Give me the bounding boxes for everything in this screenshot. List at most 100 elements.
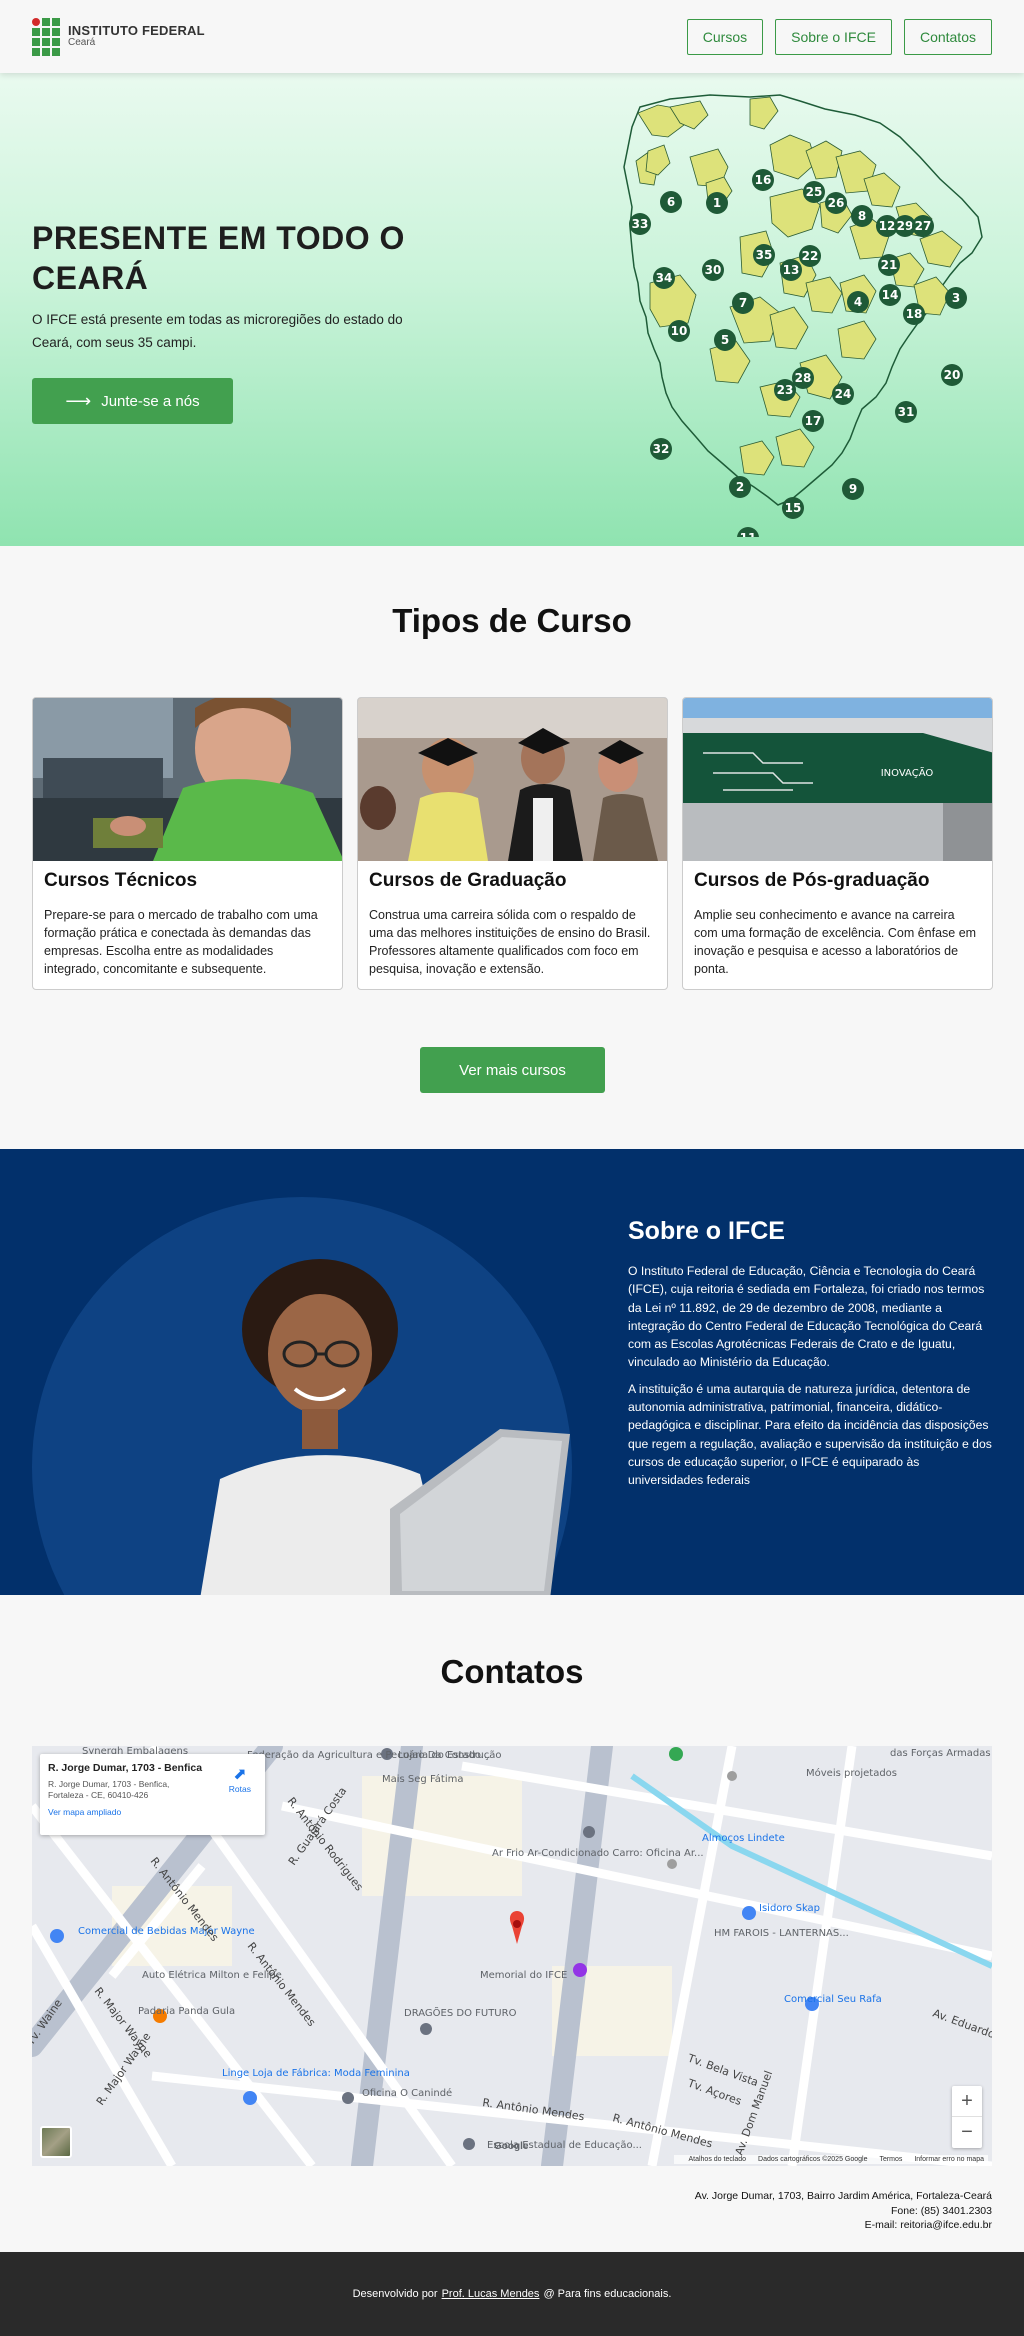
map-attribution: Atalhos do teclado Dados cartográficos ©… <box>674 2155 988 2164</box>
marker-label-9: 9 <box>849 482 857 496</box>
campus-marker-13: 13 <box>780 259 802 281</box>
marker-label-11: 11 <box>740 531 757 537</box>
map-place-label[interactable]: Isidoro Skap <box>759 1903 820 1914</box>
map-place-label[interactable]: Oficina O Canindé <box>362 2087 452 2099</box>
hero-section: PRESENTE EM TODO O CEARÁ O IFCE está pre… <box>0 73 1024 546</box>
card-text-tecnicos: Prepare-se para o mercado de trabalho co… <box>44 908 318 977</box>
marker-label-25: 25 <box>806 185 823 199</box>
email-line: E-mail: reitoria@ifce.edu.br <box>864 2219 992 2232</box>
logo-mark-icon <box>32 17 60 56</box>
campus-marker-23: 23 <box>774 379 796 401</box>
keyboard-shortcuts-link[interactable]: Atalhos do teclado <box>688 2156 746 2163</box>
map-data-credit: Dados cartográficos ©2025 Google <box>758 2156 868 2163</box>
about-title: Sobre o IFCE <box>628 1217 785 1245</box>
course-card-tecnicos[interactable]: Cursos Técnicos Prepare-se para o mercad… <box>32 697 343 990</box>
campus-marker-2: 2 <box>729 476 751 498</box>
marker-label-4: 4 <box>854 295 862 309</box>
campus-marker-28: 28 <box>792 367 814 389</box>
zoom-out-button[interactable]: − <box>952 2117 982 2148</box>
about-section: Sobre o IFCE O Instituto Federal de Educ… <box>0 1149 1024 1595</box>
nav-cursos[interactable]: Cursos <box>686 18 764 55</box>
map-place-label[interactable]: HM FAROIS - LANTERNAS... <box>714 1928 849 1939</box>
google-logo: Google <box>494 2141 529 2152</box>
campus-marker-11: 11 <box>737 527 759 537</box>
map-place-label[interactable]: Ar Frio Ar-Condicionado Carro: Oficina A… <box>492 1848 704 1859</box>
tecnicos-photo <box>33 698 342 861</box>
marker-label-18: 18 <box>906 307 923 321</box>
map-place-label[interactable]: Comercial Seu Rafa <box>784 1994 882 2005</box>
campus-marker-16: 16 <box>752 169 774 191</box>
map-place-label[interactable]: Linge Loja de Fábrica: Moda Feminina <box>222 2067 410 2079</box>
course-card-posgraduacao[interactable]: INOVAÇÃO Cursos de Pós-graduação Amplie … <box>682 697 993 990</box>
card-title-graduacao: Cursos de Graduação <box>369 870 567 891</box>
google-map-embed[interactable]: Comercial de Bebidas Major Wayne Isidoro… <box>32 1746 992 2166</box>
campus-marker-9: 9 <box>842 478 864 500</box>
map-place-label[interactable]: Lojao Da Construção <box>398 1750 502 1761</box>
campus-marker-20: 20 <box>941 364 963 386</box>
contact-title: Contatos <box>440 1653 584 1690</box>
main-nav: Cursos Sobre o IFCE Contatos <box>686 18 992 55</box>
card-text-posgraduacao: Amplie seu conhecimento e avance na carr… <box>694 908 977 977</box>
marker-label-10: 10 <box>671 324 688 338</box>
author-link[interactable]: Prof. Lucas Mendes <box>442 2288 540 2300</box>
campus-marker-32: 32 <box>650 438 672 460</box>
campus-marker-22: 22 <box>799 245 821 267</box>
map-place-label[interactable]: Móveis projetados <box>806 1767 897 1779</box>
directions-icon: ⬈ <box>233 1766 247 1783</box>
campus-marker-34: 34 <box>653 267 675 289</box>
nav-sobre[interactable]: Sobre o IFCE <box>775 18 892 55</box>
map-place-label[interactable]: Comercial de Bebidas Major Wayne <box>78 1926 255 1937</box>
map-place-label[interactable]: Auto Elétrica Milton e Felipe <box>142 1969 282 1981</box>
posgraduacao-photo: INOVAÇÃO <box>683 698 992 861</box>
map-place-label[interactable]: Padaria Panda Gula <box>138 2006 235 2017</box>
report-error-link[interactable]: Informar erro no mapa <box>914 2156 984 2163</box>
map-place-label[interactable]: DRAGÕES DO FUTURO <box>404 2006 517 2019</box>
ifce-logo[interactable]: INSTITUTO FEDERAL Ceará <box>32 17 205 56</box>
campus-marker-21: 21 <box>878 254 900 276</box>
satellite-toggle[interactable] <box>40 2126 72 2158</box>
campus-marker-14: 14 <box>879 284 901 306</box>
campus-marker-17: 17 <box>802 410 824 432</box>
terms-link[interactable]: Termos <box>879 2156 902 2163</box>
student-laptop-illustration <box>200 1259 570 1595</box>
card-title-posgraduacao: Cursos de Pós-graduação <box>694 870 930 891</box>
map-place-label[interactable]: das Forças Armadas <box>890 1748 991 1759</box>
campus-marker-8: 8 <box>851 205 873 227</box>
nav-contatos[interactable]: Contatos <box>903 18 992 55</box>
site-header: INSTITUTO FEDERAL Ceará Cursos Sobre o I… <box>0 0 1024 73</box>
graduacao-photo <box>358 698 667 861</box>
marker-label-20: 20 <box>944 368 961 382</box>
course-card-graduacao[interactable]: Cursos de Graduação Construa uma carreir… <box>357 697 668 990</box>
map-place-label[interactable]: Memorial do IFCE <box>480 1970 567 1981</box>
marker-label-24: 24 <box>835 387 852 401</box>
marker-label-15: 15 <box>785 501 802 515</box>
marker-label-12: 12 <box>879 219 896 233</box>
marker-label-16: 16 <box>755 173 772 187</box>
view-larger-map-link[interactable]: Ver mapa ampliado <box>48 1807 257 1817</box>
marker-label-33: 33 <box>632 217 649 231</box>
campus-marker-33: 33 <box>629 213 651 235</box>
campus-marker-30: 30 <box>702 259 724 281</box>
map-place-card: R. Jorge Dumar, 1703 - Benfica R. Jorge … <box>40 1754 265 1835</box>
more-courses-button[interactable]: Ver mais cursos <box>420 1047 605 1093</box>
marker-label-35: 35 <box>756 248 773 262</box>
marker-label-3: 3 <box>952 291 960 305</box>
campus-marker-15: 15 <box>782 497 804 519</box>
map-place-label[interactable]: Almoços Lindete <box>702 1833 785 1844</box>
campus-marker-31: 31 <box>895 401 917 423</box>
campus-marker-7: 7 <box>732 292 754 314</box>
campus-marker-5: 5 <box>714 329 736 351</box>
directions-button[interactable]: ⬈ Rotas <box>229 1766 251 1794</box>
marker-label-13: 13 <box>783 263 800 277</box>
marker-label-8: 8 <box>858 209 866 223</box>
map-card-address: R. Jorge Dumar, 1703 - Benfica, Fortalez… <box>48 1779 170 1800</box>
join-button[interactable]: ⟶ Junte-se a nós <box>32 378 233 424</box>
map-card-title: R. Jorge Dumar, 1703 - Benfica <box>48 1762 203 1774</box>
hero-title: PRESENTE EM TODO O CEARÁ <box>32 220 405 296</box>
zoom-in-button[interactable]: + <box>952 2086 982 2117</box>
marker-label-6: 6 <box>667 195 675 209</box>
map-place-label[interactable]: Mais Seg Fátima <box>382 1773 463 1785</box>
marker-label-32: 32 <box>653 442 670 456</box>
campus-marker-35: 35 <box>753 244 775 266</box>
courses-section: Tipos de Curso Cursos Técnicos Prepare-s… <box>0 546 1024 1149</box>
